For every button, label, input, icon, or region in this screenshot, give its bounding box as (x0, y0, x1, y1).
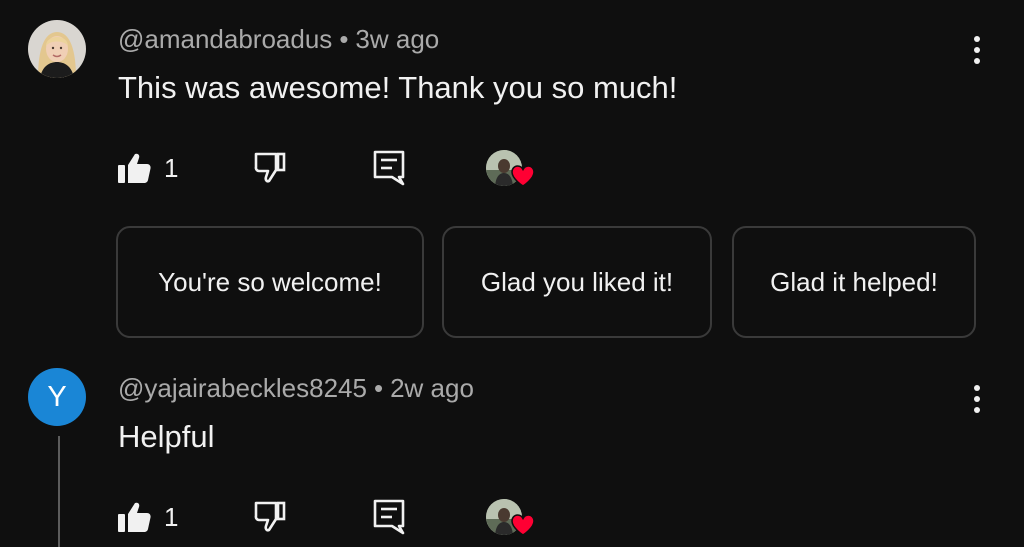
thumbs-up-icon (118, 502, 151, 532)
like-button[interactable]: 1 (116, 495, 178, 539)
like-count: 1 (164, 152, 179, 183)
creator-heart-icon (486, 146, 538, 190)
thumbs-down-icon (254, 152, 286, 183)
reply-icon (373, 499, 405, 535)
heart-icon (511, 514, 535, 536)
heart-icon (511, 165, 535, 187)
comment-author[interactable]: @amandabroadus (118, 24, 332, 54)
comment-item: Y @yajairabeckles8245 • 2w ago Helpful 1 (0, 360, 1024, 547)
comment-actions: 1 (116, 146, 556, 190)
comment-time: 2w ago (390, 373, 474, 403)
reply-suggestion-chip[interactable]: Glad you liked it! (442, 226, 712, 338)
thread-line (58, 436, 60, 547)
comment-item: @amandabroadus • 3w ago This was awesome! … (0, 0, 1024, 360)
thumbs-up-icon (118, 153, 151, 183)
dislike-button[interactable] (252, 495, 288, 539)
comment-text: Helpful (118, 419, 215, 454)
dislike-button[interactable] (252, 146, 288, 190)
avatar[interactable] (28, 20, 86, 78)
reply-button[interactable] (372, 495, 406, 539)
reply-icon (373, 150, 405, 186)
thumbs-down-icon (254, 501, 286, 532)
comment-meta: @yajairabeckles8245 • 2w ago (118, 373, 474, 404)
meta-separator: • (339, 24, 349, 54)
avatar-letter: Y (47, 380, 67, 413)
reply-suggestions: You're so welcome! Glad you liked it! Gl… (116, 226, 976, 340)
like-button[interactable]: 1 (116, 146, 178, 190)
comment-actions: 1 (116, 495, 556, 539)
creator-heart-icon (486, 495, 538, 539)
more-vertical-icon[interactable] (962, 379, 992, 419)
avatar[interactable]: Y (28, 368, 86, 426)
meta-separator: • (373, 373, 384, 403)
comment-time: 3w ago (355, 24, 440, 54)
creator-heart-button[interactable] (486, 146, 538, 190)
creator-heart-button[interactable] (486, 495, 538, 539)
reply-button[interactable] (372, 146, 406, 190)
more-vertical-icon[interactable] (962, 30, 992, 70)
avatar-photo (28, 20, 86, 78)
like-count: 1 (164, 501, 179, 532)
reply-suggestion-chip[interactable]: Glad it helped! (732, 226, 976, 338)
reply-suggestion-chip[interactable]: You're so welcome! (116, 226, 424, 338)
comment-author[interactable]: @yajairabeckles8245 (118, 373, 367, 403)
comment-meta: @amandabroadus • 3w ago (118, 24, 439, 55)
comment-text: This was awesome! Thank you so much! (118, 70, 678, 105)
